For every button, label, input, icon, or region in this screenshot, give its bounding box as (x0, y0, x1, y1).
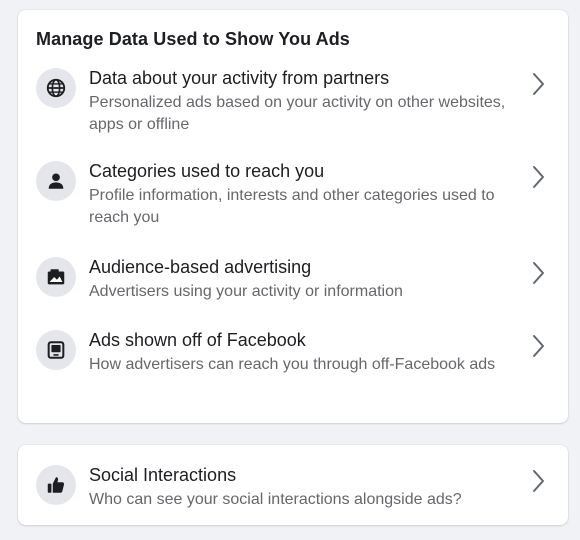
row-description: How advertisers can reach you through of… (89, 356, 496, 373)
person-icon (36, 161, 76, 201)
row-title: Ads shown off of Facebook (89, 330, 306, 350)
thumbs-up-icon (36, 465, 76, 505)
chevron-right-icon (528, 467, 548, 495)
globe-icon (36, 68, 76, 108)
row-description: Personalized ads based on your activity … (89, 94, 506, 133)
row-social-interactions[interactable]: Social Interactions Who can see your soc… (18, 462, 568, 512)
chevron-right-icon (528, 163, 548, 191)
row-audience-advertising[interactable]: Audience-based advertising Advertisers u… (18, 254, 568, 306)
row-partner-activity[interactable]: Data about your activity from partners P… (18, 65, 568, 145)
social-interactions-card: Social Interactions Who can see your soc… (18, 445, 568, 525)
row-title: Social Interactions (89, 465, 237, 485)
row-off-facebook-ads[interactable]: Ads shown off of Facebook How advertiser… (18, 327, 568, 407)
row-title: Audience-based advertising (89, 257, 312, 277)
row-description: Profile information, interests and other… (89, 187, 495, 226)
chevron-right-icon (528, 70, 548, 98)
row-title: Categories used to reach you (89, 161, 325, 181)
chevron-right-icon (528, 259, 548, 287)
chevron-right-icon (528, 332, 548, 360)
row-description: Advertisers using your activity or infor… (89, 283, 403, 300)
manage-data-card: Manage Data Used to Show You Ads Data ab… (18, 10, 568, 423)
card-title: Manage Data Used to Show You Ads (36, 29, 350, 49)
device-icon (36, 330, 76, 370)
row-categories[interactable]: Categories used to reach you Profile inf… (18, 158, 568, 243)
row-description: Who can see your social interactions alo… (89, 491, 462, 508)
row-title: Data about your activity from partners (89, 68, 390, 88)
audience-icon (36, 257, 76, 297)
